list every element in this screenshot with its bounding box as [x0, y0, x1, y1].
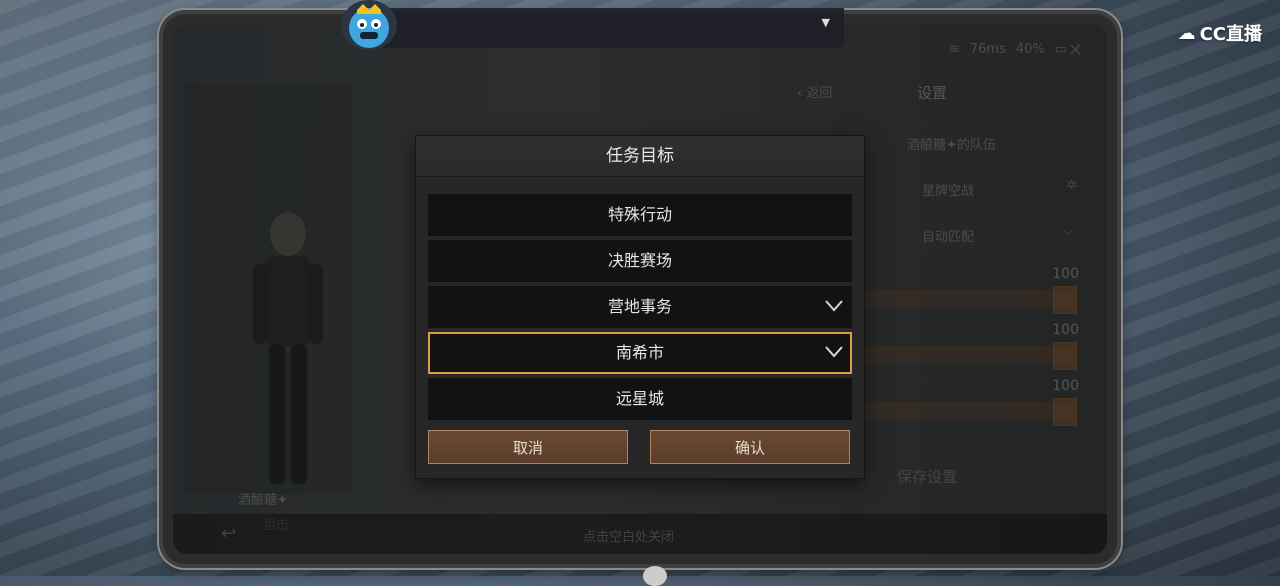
chevron-down-icon[interactable] — [824, 345, 844, 359]
option-arena[interactable]: 决胜赛场 — [428, 240, 852, 282]
dialog-title: 任务目标 — [416, 136, 864, 177]
logo-text: CC直播 — [1199, 24, 1262, 45]
option-label: 远星城 — [615, 389, 664, 408]
option-label: 决胜赛场 — [607, 251, 672, 270]
option-label: 特殊行动 — [607, 205, 672, 224]
cc-live-logo: ☁ CC直播 — [1178, 20, 1262, 46]
streamer-avatar[interactable] — [341, 0, 397, 50]
option-special-ops[interactable]: 特殊行动 — [428, 194, 852, 236]
mission-target-dialog: 任务目标 特殊行动 决胜赛场 营地事务 南希市 远星城 取消 确认 — [416, 136, 864, 478]
stream-top-bar: ▼ — [380, 8, 844, 48]
avatar-mascot-icon — [349, 4, 389, 48]
option-far-star-city[interactable]: 远星城 — [428, 378, 852, 420]
option-label: 南希市 — [615, 343, 664, 362]
bottom-dot-icon — [643, 566, 667, 586]
confirm-button[interactable]: 确认 — [650, 430, 850, 464]
option-list: 特殊行动 决胜赛场 营地事务 南希市 远星城 — [428, 194, 852, 424]
cc-mascot-icon: ☁ — [1177, 22, 1196, 44]
option-label: 营地事务 — [607, 297, 672, 316]
chevron-down-icon[interactable] — [824, 299, 844, 313]
dropdown-triangle-icon[interactable]: ▼ — [822, 16, 830, 29]
cancel-button[interactable]: 取消 — [428, 430, 628, 464]
option-nancy-city[interactable]: 南希市 — [428, 332, 852, 374]
option-camp-affairs[interactable]: 营地事务 — [428, 286, 852, 328]
